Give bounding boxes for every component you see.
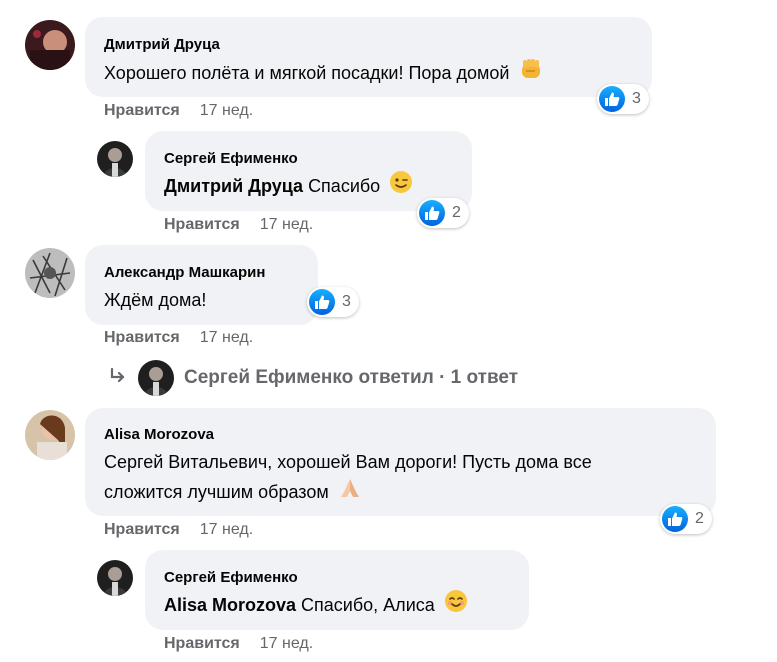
thumbs-up-icon: [419, 200, 445, 226]
reply-text-content: Спасибо: [308, 176, 381, 196]
reply-text: Alisa Morozova Спасибо, Алиса: [164, 589, 468, 623]
avatar-sergey: [138, 360, 174, 396]
comment-text: сложится лучшим образом: [104, 476, 362, 510]
thumbs-up-icon: [309, 289, 335, 315]
avatar-sergey[interactable]: [97, 141, 133, 177]
like-link[interactable]: Нравится: [104, 521, 180, 538]
reaction-count[interactable]: 2: [660, 504, 712, 534]
reply-author[interactable]: Сергей Ефименко: [164, 569, 298, 586]
like-link[interactable]: Нравится: [104, 102, 180, 119]
comment-text-line-2: сложится лучшим образом: [104, 482, 329, 502]
comment-actions: Нравится 17 нед.: [104, 329, 253, 347]
comment-text: Ждём дома!: [104, 284, 206, 316]
fist-emoji: [518, 56, 544, 92]
reply-actions: Нравится 17 нед.: [164, 635, 313, 653]
reply-arrow-icon: [108, 366, 128, 391]
avatar-sergey[interactable]: [97, 560, 133, 596]
reaction-number: 2: [695, 510, 704, 527]
reply-actions: Нравится 17 нед.: [164, 216, 313, 234]
timestamp[interactable]: 17 нед.: [200, 329, 253, 346]
comment-text-content: Хорошего полёта и мягкой посадки! Пора д…: [104, 62, 510, 83]
timestamp[interactable]: 17 нед.: [200, 102, 253, 119]
mention-link[interactable]: Дмитрий Друца: [164, 176, 303, 196]
smiling-emoji: [444, 589, 468, 623]
comment-author[interactable]: Дмитрий Друца: [104, 36, 220, 53]
thumbs-up-icon: [662, 506, 688, 532]
thumbs-up-icon: [599, 86, 625, 112]
comment-text-line-1: Сергей Витальевич, хорошей Вам дороги! П…: [104, 452, 592, 472]
reaction-number: 2: [452, 204, 461, 221]
reply-text-content: Спасибо, Алиса: [301, 595, 435, 615]
reaction-count[interactable]: 3: [307, 287, 359, 317]
reaction-number: 3: [632, 90, 641, 107]
like-link[interactable]: Нравится: [104, 329, 180, 346]
comment-author[interactable]: Александр Машкарин: [104, 264, 265, 281]
avatar-dmitry[interactable]: [25, 20, 75, 70]
timestamp[interactable]: 17 нед.: [200, 521, 253, 538]
wink-emoji: [389, 170, 413, 204]
avatar-alisa[interactable]: [25, 410, 75, 460]
comment-text: Хорошего полёта и мягкой посадки! Пора д…: [104, 56, 544, 92]
praying-hands-emoji: [338, 476, 362, 510]
comment-actions: Нравится 17 нед.: [104, 521, 253, 539]
like-link[interactable]: Нравится: [164, 635, 240, 652]
reply-author[interactable]: Сергей Ефименко: [164, 150, 298, 167]
reaction-count[interactable]: 3: [597, 84, 649, 114]
mention-link[interactable]: Alisa Morozova: [164, 595, 296, 615]
avatar-alexander[interactable]: [25, 248, 75, 298]
replies-summary: Сергей Ефименко ответил · 1 ответ: [184, 367, 519, 388]
comment-actions: Нравится 17 нед.: [104, 102, 253, 120]
like-link[interactable]: Нравится: [164, 216, 240, 233]
comment-author[interactable]: Alisa Morozova: [104, 426, 214, 443]
timestamp[interactable]: 17 нед.: [260, 216, 313, 233]
view-replies-link[interactable]: Сергей Ефименко ответил · 1 ответ: [108, 356, 518, 400]
reaction-number: 3: [342, 293, 351, 310]
timestamp[interactable]: 17 нед.: [260, 635, 313, 652]
reaction-count[interactable]: 2: [417, 198, 469, 228]
comment-text-content: Ждём дома!: [104, 290, 207, 310]
reply-text: Дмитрий Друца Спасибо: [164, 170, 413, 204]
